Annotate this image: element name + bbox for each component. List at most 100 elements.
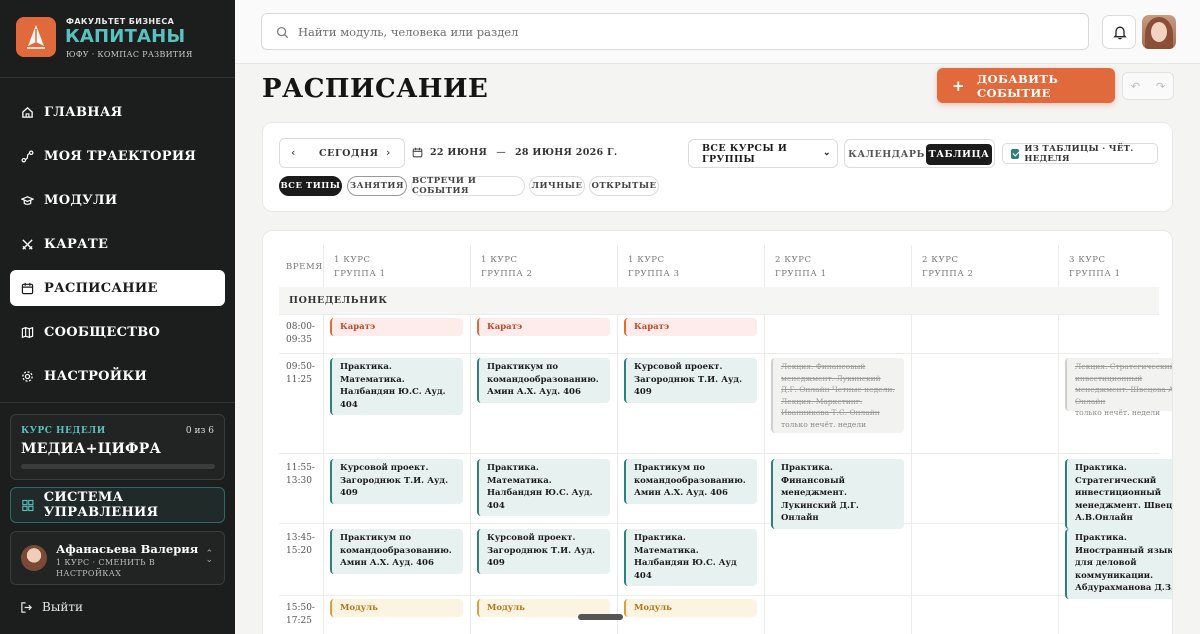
event-card-odd-week[interactable]: Лекция. Финансовый менеджмент. Лукинский… xyxy=(771,358,904,433)
undo-icon[interactable]: ↶ xyxy=(1131,80,1140,93)
from-table-label: ИЗ ТАБЛИЦЫ · ЧЁТ. НЕДЕЛЯ xyxy=(1024,143,1134,164)
time-start: 09:50- xyxy=(286,362,315,372)
event-module[interactable]: Модуль xyxy=(330,599,463,617)
from-table-checkbox[interactable] xyxy=(1011,148,1020,159)
user-meta: 1 КУРС · СМЕНИТЬ В НАСТРОЙКАХ xyxy=(56,558,156,578)
nav-item-community[interactable]: СООБЩЕСТВО xyxy=(10,314,225,350)
next-week-icon[interactable]: › xyxy=(386,146,390,159)
nav-label: МОДУЛИ xyxy=(44,192,118,208)
course-of-week-name: МЕДИА+ЦИФРА xyxy=(21,441,162,457)
nav-item-modules[interactable]: МОДУЛИ xyxy=(10,182,225,218)
undo-redo-group: ↶ ↷ xyxy=(1122,72,1174,100)
event-card[interactable]: Практика. Стратегический инвестиционный … xyxy=(1065,459,1172,529)
event-card[interactable]: Практика. Математика. Налбандян Ю.С. Ауд… xyxy=(477,459,610,516)
brand[interactable]: ФАКУЛЬТЕТ БИЗНЕСА КАПИТАНЫ ЮФУ · КОМПАС … xyxy=(16,17,226,61)
notifications-button[interactable] xyxy=(1102,15,1136,49)
bell-icon xyxy=(1113,26,1127,40)
chip-all-types[interactable]: ВСЕ ТИПЫ xyxy=(279,176,342,196)
search-box[interactable] xyxy=(261,13,1089,50)
chevron-down-icon: ⌄ xyxy=(823,148,831,158)
nav-item-karate[interactable]: КАРАТЕ xyxy=(10,226,225,262)
course-of-week-count: 0 из 6 xyxy=(185,426,214,436)
date-range: 22 ИЮНЯ — 28 ИЮНЯ 2026 Г. xyxy=(412,147,618,158)
nav-item-trajectory[interactable]: МОЯ ТРАЕКТОРИЯ xyxy=(10,138,225,174)
time-end: 09:35 xyxy=(286,335,312,345)
brand-subtitle: ЮФУ · КОМПАС РАЗВИТИЯ xyxy=(66,50,193,59)
nav-item-schedule[interactable]: РАСПИСАНИЕ xyxy=(10,270,225,306)
scroll-handle[interactable] xyxy=(578,614,623,620)
event-card[interactable]: Практикум по командообразованию. Амин А.… xyxy=(624,459,757,504)
add-event-label: ДОБАВИТЬ СОБЫТИЕ xyxy=(976,71,1059,100)
time-start: 11:55- xyxy=(286,463,315,473)
redo-icon[interactable]: ↷ xyxy=(1156,80,1165,93)
courses-select[interactable]: ВСЕ КУРСЫ И ГРУППЫ ⌄ xyxy=(688,139,838,168)
event-card[interactable]: Практика. Математика. Налбандян Ю.С. Ауд… xyxy=(624,529,757,586)
event-card[interactable]: Практика. Иностранный язык для деловой к… xyxy=(1065,529,1172,599)
sidebar: ФАКУЛЬТЕТ БИЗНЕСА КАПИТАНЫ ЮФУ · КОМПАС … xyxy=(0,0,235,634)
user-card[interactable]: Афанасьева Валерия 1 КУРС · СМЕНИТЬ В НА… xyxy=(10,531,225,585)
time-end: 13:30 xyxy=(286,476,312,486)
nav-item-settings[interactable]: НАСТРОЙКИ xyxy=(10,358,225,394)
event-module[interactable]: Модуль xyxy=(624,599,757,617)
logo xyxy=(16,17,56,57)
management-system-button[interactable]: СИСТЕМА УПРАВЛЕНИЯ xyxy=(10,487,225,523)
filter-card: ‹ СЕГОДНЯ › 22 ИЮНЯ — 28 ИЮНЯ 2026 Г. ВС… xyxy=(262,122,1173,212)
course-progress-bar xyxy=(21,464,215,469)
time-end: 15:20 xyxy=(286,546,312,556)
event-card[interactable]: Практикум по командообразованию. Амин А.… xyxy=(477,358,610,403)
column-header: 2 КУРС ГРУППА 1 xyxy=(775,253,827,281)
event-card[interactable]: Практикум по командообразованию. Амин А.… xyxy=(330,529,463,574)
column-header: 1 КУРС ГРУППА 3 xyxy=(628,253,680,281)
chip-classes[interactable]: ЗАНЯТИЯ xyxy=(347,176,407,196)
graduation-cap-icon xyxy=(21,195,34,205)
event-card[interactable]: Курсовой проект. Загороднюк Т.И. Ауд. 40… xyxy=(330,459,463,504)
nav-item-home[interactable]: ГЛАВНАЯ xyxy=(10,94,225,130)
divider xyxy=(0,402,235,403)
event-card[interactable]: Курсовой проект. Загороднюк Т.И. Ауд. 40… xyxy=(624,358,757,403)
courses-select-value: ВСЕ КУРСЫ И ГРУППЫ xyxy=(702,142,788,165)
event-karate[interactable]: Каратэ xyxy=(624,318,757,336)
row-divider xyxy=(279,353,1159,354)
today-button[interactable]: СЕГОДНЯ xyxy=(319,148,379,159)
column-course: 1 КУРС xyxy=(481,255,518,265)
chip-meetings-events[interactable]: ВСТРЕЧИ И СОБЫТИЯ xyxy=(411,176,525,196)
time-slot: 15:50- 17:25 xyxy=(286,602,315,628)
date-dash: — xyxy=(496,147,506,158)
crossed-swords-icon xyxy=(22,238,33,250)
time-end: 17:25 xyxy=(286,616,312,626)
event-card[interactable]: Практика. Математика. Налбандян Ю.С. Ауд… xyxy=(330,358,463,415)
day-label: ПОНЕДЕЛЬНИК xyxy=(289,295,388,306)
sail-logo-icon xyxy=(27,25,45,49)
plus-icon: + xyxy=(952,76,965,95)
column-group: ГРУППА 2 xyxy=(922,269,974,279)
event-card-odd-week[interactable]: Лекция. Стратегический инвестиционный ме… xyxy=(1065,358,1172,417)
nav-label: СООБЩЕСТВО xyxy=(44,324,161,340)
calendar-icon xyxy=(21,282,34,294)
map-icon xyxy=(21,326,34,338)
course-of-week-card[interactable]: КУРС НЕДЕЛИ 0 из 6 МЕДИА+ЦИФРА xyxy=(10,414,225,480)
avatar-face xyxy=(1151,22,1167,42)
event-note: только нечёт. недели xyxy=(781,419,867,429)
from-table-toggle[interactable]: ИЗ ТАБЛИЦЫ · ЧЁТ. НЕДЕЛЯ xyxy=(1002,143,1158,164)
prev-week-icon[interactable]: ‹ xyxy=(291,146,295,159)
column-header: 2 КУРС ГРУППА 2 xyxy=(922,253,974,281)
search-input[interactable] xyxy=(298,23,1058,41)
logout-button[interactable]: Выйти xyxy=(20,600,83,614)
event-struck-text: Лекция. Финансовый менеджмент. Лукинский… xyxy=(781,362,895,417)
time-start: 08:00- xyxy=(286,322,315,332)
event-karate[interactable]: Каратэ xyxy=(477,318,610,336)
view-calendar-option[interactable]: КАЛЕНДАРЬ xyxy=(848,144,924,165)
chip-personal[interactable]: ЛИЧНЫЕ xyxy=(529,176,585,196)
add-event-button[interactable]: + ДОБАВИТЬ СОБЫТИЕ xyxy=(937,68,1115,103)
time-slot: 11:55- 13:30 xyxy=(286,462,315,488)
event-card[interactable]: Курсовой проект. Загороднюк Т.И. Ауд. 40… xyxy=(477,529,610,574)
day-row: ПОНЕДЕЛЬНИК xyxy=(279,287,1159,314)
page-title: РАСПИСАНИЕ xyxy=(262,74,489,104)
chevron-updown-icon: ⌃ ⌄ xyxy=(205,549,213,565)
chip-open[interactable]: ОТКРЫТЫЕ xyxy=(589,176,659,196)
event-karate[interactable]: Каратэ xyxy=(330,318,463,336)
view-table-option[interactable]: ТАБЛИЦА xyxy=(926,144,992,165)
event-card[interactable]: Практика. Финансовый менеджмент. Лукинск… xyxy=(771,459,904,529)
column-header: 1 КУРС ГРУППА 1 xyxy=(334,253,386,281)
profile-avatar[interactable] xyxy=(1142,15,1176,49)
